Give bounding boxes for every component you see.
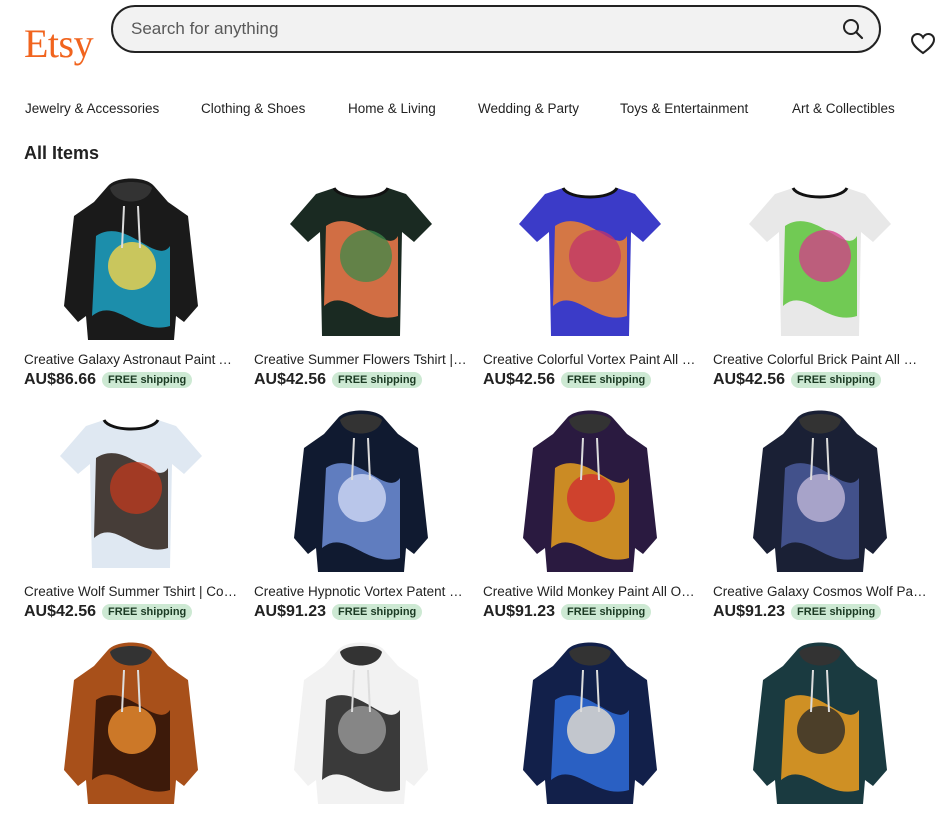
nav-art[interactable]: Art & Collectibles (792, 98, 895, 120)
product-thumbnail[interactable] (254, 640, 468, 808)
tshirt-image (60, 419, 202, 568)
hoodie-image (523, 410, 657, 572)
nav-toys[interactable]: Toys & Entertainment (620, 98, 748, 120)
product-price: AU$42.56 (483, 371, 556, 388)
price-row: AU$91.23 FREE shipping (254, 602, 468, 622)
product-card[interactable]: Creative Colorful Brick Paint All Over T… (713, 176, 927, 390)
hoodie-image (64, 178, 198, 340)
product-card[interactable]: Creative Hypnotic Vortex Patent Hoodie AU… (254, 408, 468, 622)
category-nav: Jewelry & Accessories Clothing & Shoes H… (0, 98, 938, 122)
nav-jewelry[interactable]: Jewelry & Accessories (25, 98, 159, 120)
product-thumbnail[interactable] (483, 408, 697, 576)
free-shipping-badge: FREE shipping (791, 372, 882, 388)
favorites-button[interactable] (910, 32, 936, 56)
product-price: AU$86.66 (24, 371, 97, 388)
free-shipping-badge: FREE shipping (791, 604, 882, 620)
hoodie-image (753, 410, 887, 572)
free-shipping-badge: FREE shipping (332, 604, 423, 620)
product-title[interactable]: Creative Wild Monkey Paint All Over Hood… (483, 584, 697, 600)
product-title[interactable]: Creative Colorful Brick Paint All Over T… (713, 352, 927, 368)
product-card[interactable]: Creative Wild Monkey Paint All Over Hood… (483, 408, 697, 622)
heart-icon (910, 32, 936, 55)
page-title: All Items (24, 143, 100, 163)
price-row: AU$42.56 FREE shipping (254, 370, 468, 390)
product-thumbnail[interactable] (24, 408, 238, 576)
product-title[interactable]: Creative Wolf Summer Tshirt | Cool Print (24, 584, 238, 600)
product-thumbnail[interactable] (713, 408, 927, 576)
price-row: AU$91.23 FREE shipping (713, 602, 927, 622)
nav-clothing[interactable]: Clothing & Shoes (201, 98, 305, 120)
product-thumbnail[interactable] (24, 640, 238, 808)
price-row: AU$42.56 FREE shipping (24, 602, 238, 622)
product-title[interactable]: Creative Summer Flowers Tshirt | Tropica… (254, 352, 468, 368)
product-thumbnail[interactable] (254, 176, 468, 344)
product-title[interactable]: Creative Colorful Vortex Paint All Over … (483, 352, 697, 368)
product-price: AU$91.23 (713, 603, 786, 620)
nav-home-living[interactable]: Home & Living (348, 98, 436, 120)
etsy-logo[interactable]: Etsy (24, 22, 94, 66)
price-row: AU$86.66 FREE shipping (24, 370, 238, 390)
product-price: AU$42.56 (24, 603, 97, 620)
nav-wedding-party[interactable]: Wedding & Party (478, 98, 579, 120)
price-row: AU$42.56 FREE shipping (713, 370, 927, 390)
product-card[interactable] (254, 640, 468, 808)
product-price: AU$42.56 (713, 371, 786, 388)
product-thumbnail[interactable] (24, 176, 238, 344)
search-icon (843, 19, 864, 40)
product-title[interactable]: Creative Galaxy Astronaut Paint All Over… (24, 352, 238, 368)
product-title[interactable]: Creative Galaxy Cosmos Wolf Paint Hoodie (713, 584, 927, 600)
hoodie-image (294, 410, 428, 572)
price-row: AU$42.56 FREE shipping (483, 370, 697, 390)
product-card[interactable] (713, 640, 927, 808)
tshirt-image (290, 187, 432, 336)
price-row: AU$91.23 FREE shipping (483, 602, 697, 622)
hoodie-image (64, 642, 198, 804)
product-thumbnail[interactable] (713, 640, 927, 808)
product-price: AU$42.56 (254, 371, 327, 388)
hoodie-image (523, 642, 657, 804)
product-card[interactable]: Creative Galaxy Cosmos Wolf Paint Hoodie… (713, 408, 927, 622)
search-button[interactable] (837, 13, 869, 45)
product-card[interactable] (24, 640, 238, 808)
hoodie-image (294, 642, 428, 804)
product-card[interactable]: Creative Wolf Summer Tshirt | Cool Print… (24, 408, 238, 622)
product-title[interactable]: Creative Hypnotic Vortex Patent Hoodie (254, 584, 468, 600)
product-thumbnail[interactable] (713, 176, 927, 344)
product-thumbnail[interactable] (483, 176, 697, 344)
hoodie-image (753, 642, 887, 804)
search-bar[interactable] (111, 5, 881, 53)
product-thumbnail[interactable] (483, 640, 697, 808)
free-shipping-badge: FREE shipping (102, 604, 193, 620)
product-card[interactable]: Creative Galaxy Astronaut Paint All Over… (24, 176, 238, 390)
tshirt-image (749, 187, 891, 336)
product-price: AU$91.23 (483, 603, 556, 620)
product-thumbnail[interactable] (254, 408, 468, 576)
search-input[interactable] (131, 7, 811, 51)
product-card[interactable]: Creative Summer Flowers Tshirt | Tropica… (254, 176, 468, 390)
product-price: AU$91.23 (254, 603, 327, 620)
free-shipping-badge: FREE shipping (102, 372, 193, 388)
product-card[interactable]: Creative Colorful Vortex Paint All Over … (483, 176, 697, 390)
free-shipping-badge: FREE shipping (561, 604, 652, 620)
product-card[interactable] (483, 640, 697, 808)
free-shipping-badge: FREE shipping (561, 372, 652, 388)
tshirt-image (519, 187, 661, 336)
free-shipping-badge: FREE shipping (332, 372, 423, 388)
